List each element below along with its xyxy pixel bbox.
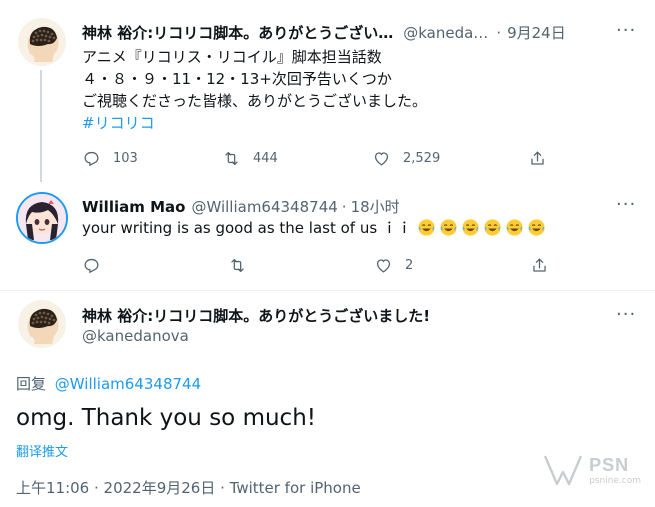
tweet-actions: 103 444 2,529 [82,148,552,168]
tweet-text: アニメ『リコリス・リコイル』脚本担当話数 ４・８・９・11・12・13+次回予告… [82,46,427,134]
author-handle[interactable]: @William64348744 [191,198,337,216]
heart-icon [376,258,391,273]
reply-count: 103 [113,150,138,166]
avatar[interactable] [16,192,68,244]
tweet-line: ４・８・９・11・12・13+次回予告いくつか [82,70,392,88]
author-avatar-image [18,18,66,66]
thread-connector-line [40,70,42,182]
share-button[interactable] [530,256,549,275]
like-count: 2 [405,257,414,273]
like-count: 2,529 [403,150,441,166]
retweet-button[interactable]: 444 [222,149,278,168]
replier-avatar-image [18,194,66,242]
watermark-text: PSN psnine.com [589,455,641,486]
author-name[interactable]: 神林 裕介:リコリコ脚本。ありがとうござい… [82,22,393,43]
retweet-icon [225,151,238,165]
face-with-tears-of-joy-icon [418,219,435,236]
reply-prefix: 回复 [16,375,47,393]
site-watermark: PSN psnine.com [543,452,641,488]
avatar[interactable] [18,18,66,66]
retweet-count: 444 [253,150,278,166]
hashtag-link[interactable]: #リコリコ [82,112,427,134]
reply-button[interactable]: 103 [82,149,138,168]
separator-dot: · [496,24,502,42]
face-with-tears-of-joy-icon [462,219,479,236]
author-avatar-image [18,300,66,348]
tweet-time[interactable]: 18小时 [351,196,400,217]
like-button[interactable]: 2 [374,256,413,275]
share-button[interactable] [528,149,547,168]
translate-tweet-link[interactable]: 翻译推文 [16,441,68,460]
avatar[interactable] [18,300,66,348]
tweet-line: アニメ『リコリス・リコイル』脚本担当話数 [82,48,382,66]
tweet-header: 神林 裕介:リコリコ脚本。ありがとうござい… @kaneda… · 9月24日 [82,22,566,43]
reply-text: your writing is as good as the last of u… [82,219,412,237]
tweet-text: your writing is as good as the last of u… [82,217,549,239]
reply-context: 回复 @William64348744 [16,373,201,394]
author-handle[interactable]: @kaneda… [403,24,488,42]
author-name[interactable]: 神林 裕介:リコリコ脚本。ありがとうございました! [82,305,430,326]
reply-button[interactable] [82,256,101,275]
heart-icon [374,151,389,166]
author-handle[interactable]: @kanedanova [82,327,189,345]
face-with-tears-of-joy-icon [484,219,501,236]
retweet-button[interactable] [228,256,247,275]
retweet-icon [231,258,244,272]
tweet-actions: 2 [82,255,552,275]
focused-tweet-text: omg. Thank you so much! [16,405,316,431]
tweet-header: William Mao @William64348744 · 18小时 [82,196,400,217]
tweet-timestamp[interactable]: 上午11:06 · 2022年9月26日 · Twitter for iPhon… [16,477,361,498]
more-options-button[interactable]: ··· [616,304,636,325]
separator-dot: · [341,198,347,216]
tweet-divider [0,290,655,291]
reply-icon [84,258,99,273]
face-with-tears-of-joy-icon [528,219,545,236]
author-name[interactable]: William Mao [82,198,185,216]
reply-to-link[interactable]: @William64348744 [55,375,201,393]
tweet-line: ご視聴くださった皆様、ありがとうございました。 [82,92,428,110]
watermark-logo-icon [543,455,583,486]
emoji-row [417,219,549,237]
watermark-sub: psnine.com [589,475,641,486]
tweet-date[interactable]: 9月24日 [507,22,566,43]
watermark-brand: PSN [589,454,630,475]
face-with-tears-of-joy-icon [440,219,457,236]
share-icon [531,151,544,165]
like-button[interactable]: 2,529 [372,149,440,168]
more-options-button[interactable]: ··· [616,194,636,215]
more-options-button[interactable]: ··· [616,20,636,41]
face-with-tears-of-joy-icon [506,219,523,236]
reply-icon [84,151,99,166]
share-icon [533,258,546,272]
